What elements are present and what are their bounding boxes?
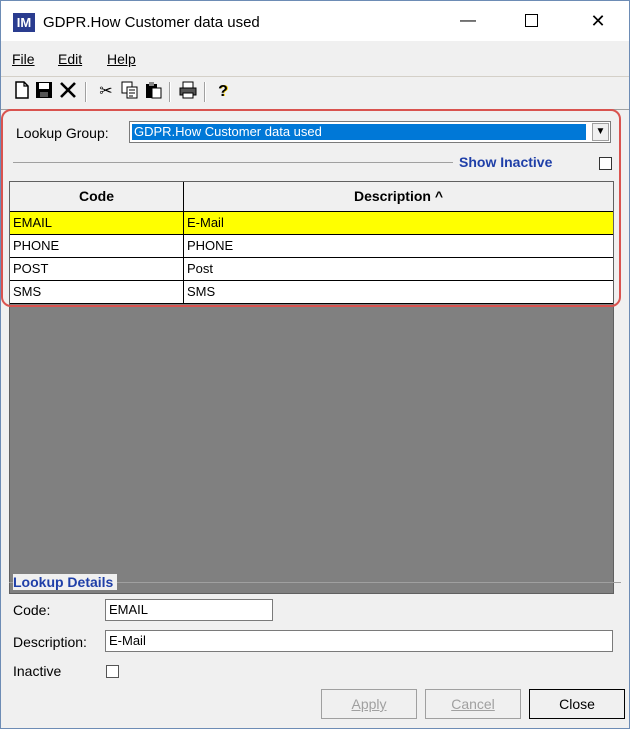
save-icon [36,82,52,98]
new-icon [15,81,29,99]
description-label: Description: [13,634,87,650]
divider-line [13,162,453,163]
save-button[interactable] [33,81,55,103]
cancel-button[interactable]: Cancel [425,689,521,719]
print-icon [179,81,197,99]
cut-icon: ✂ [99,83,113,100]
minimize-icon: — [460,12,476,29]
help-button[interactable]: ? [212,81,234,103]
toolbar-separator [85,82,87,102]
table-row[interactable]: SMS SMS [10,281,613,304]
main-window: IM GDPR.How Customer data used — ✕ File … [0,0,630,729]
button-bar: Apply Cancel Close [1,689,629,728]
delete-icon [60,82,76,98]
cell-description: E-Mail [187,215,224,230]
apply-button-label: Apply [351,696,387,712]
cancel-button-label: Cancel [451,696,495,712]
app-icon-letters: IM [16,15,32,30]
close-window-button[interactable]: ✕ [575,1,621,41]
app-icon: IM [13,13,35,32]
code-label: Code: [13,602,51,618]
dropdown-arrow-button[interactable]: ▼ [592,123,609,141]
menu-file-label: File [12,51,35,67]
grid-header: Code Description ^ [10,182,613,212]
paste-icon [146,82,162,99]
cell-description: PHONE [187,238,234,253]
show-inactive-label: Show Inactive [459,154,553,170]
apply-button[interactable]: Apply [321,689,417,719]
menu-edit-label: Edit [58,51,83,67]
lookup-group-label: Lookup Group: [16,125,109,141]
inactive-checkbox[interactable] [106,665,119,678]
lookup-details-title: Lookup Details [13,574,118,590]
table-row[interactable]: PHONE PHONE [10,235,613,258]
close-button[interactable]: Close [529,689,625,719]
menu-file[interactable]: File [12,51,35,67]
inactive-label: Inactive [13,663,62,679]
close-icon: ✕ [590,11,606,31]
toolbar-separator [204,82,206,102]
maximize-icon [524,14,538,28]
new-button[interactable] [11,81,33,103]
cell-code: POST [10,258,184,280]
cell-code: EMAIL [10,212,184,234]
description-field[interactable]: E-Mail [105,630,613,652]
lookup-grid: Code Description ^ EMAIL E-Mail PHONE PH… [9,181,614,594]
print-button[interactable] [177,81,199,103]
column-header-description[interactable]: Description ^ [184,182,613,211]
help-icon: ? [218,83,228,100]
toolbar-separator [169,82,171,102]
menu-help[interactable]: Help [107,51,136,67]
chevron-down-icon: ▼ [595,126,606,137]
close-button-label: Close [559,696,595,712]
window-title: GDPR.How Customer data used [43,14,260,31]
title-bar: IM GDPR.How Customer data used — ✕ [1,1,629,41]
minimize-button[interactable]: — [445,1,491,41]
menu-help-label: Help [107,51,136,67]
table-row[interactable]: POST Post [10,258,613,281]
maximize-button[interactable] [508,1,554,41]
menu-edit[interactable]: Edit [58,51,82,67]
copy-button[interactable] [119,81,141,103]
cell-code: PHONE [10,235,184,257]
cut-button[interactable]: ✂ [95,81,117,103]
delete-button[interactable] [57,81,79,103]
paste-button[interactable] [143,81,165,103]
column-header-code[interactable]: Code [10,182,184,211]
lookup-details-panel: Lookup Details Code: EMAIL Description: … [1,574,629,689]
toolbar: ✂ ? [1,76,629,110]
cell-description: Post [187,261,214,276]
table-row[interactable]: EMAIL E-Mail [10,212,613,235]
cell-code: SMS [10,281,184,303]
lookup-group-select[interactable]: GDPR.How Customer data used ▼ [129,121,611,143]
lookup-group-value: GDPR.How Customer data used [132,124,586,140]
copy-icon [121,81,138,99]
code-field[interactable]: EMAIL [105,599,273,621]
show-inactive-checkbox[interactable] [599,157,612,170]
menu-bar: File Edit Help [1,45,629,71]
cell-description: SMS [187,284,216,299]
